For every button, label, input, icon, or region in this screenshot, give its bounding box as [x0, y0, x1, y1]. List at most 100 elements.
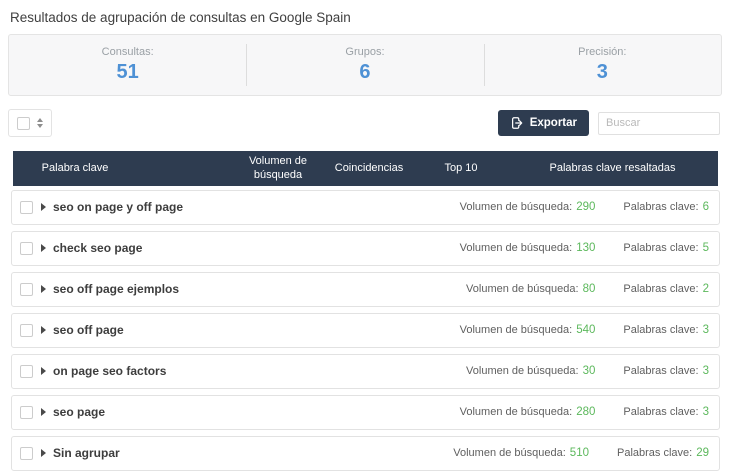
group-name[interactable]: check seo page [53, 241, 142, 255]
stat-grupos-label: Grupos: [345, 46, 385, 58]
volume-metric: Volumen de búsqueda: 30 [466, 365, 595, 377]
volume-metric-value: 540 [576, 324, 596, 337]
expand-caret-icon[interactable] [41, 408, 46, 417]
keywords-metric: Palabras clave: 5 [623, 242, 709, 254]
row-checkbox[interactable] [20, 282, 33, 296]
keywords-metric: Palabras clave: 6 [623, 201, 709, 213]
stat-precision-value: 3 [596, 61, 608, 83]
keywords-metric: Palabras clave: 2 [623, 283, 709, 295]
keywords-metric-label: Palabras clave: [623, 406, 699, 419]
keywords-metric-value: 3 [702, 324, 709, 337]
stat-consultas-value: 51 [116, 61, 139, 83]
table-row[interactable]: seo on page y off page Volumen de búsque… [11, 189, 720, 225]
group-metrics: Volumen de búsqueda: 540 Palabras clave:… [460, 324, 709, 336]
volume-metric: Volumen de búsqueda: 130 [460, 242, 596, 254]
column-header-top10: Top 10 [444, 162, 478, 175]
group-metrics: Volumen de búsqueda: 280 Palabras clave:… [460, 406, 709, 418]
export-button[interactable]: Exportar [497, 110, 589, 136]
expand-caret-icon[interactable] [41, 244, 46, 253]
search-input[interactable] [598, 111, 720, 135]
keywords-metric-label: Palabras clave: [623, 201, 699, 214]
keywords-metric-label: Palabras clave: [623, 365, 699, 378]
group-name[interactable]: on page seo factors [53, 364, 166, 378]
volume-metric: Volumen de búsqueda: 290 [460, 201, 596, 213]
group-name[interactable]: seo off page ejemplos [53, 282, 179, 296]
stats-summary-bar: Consultas: 51 Grupos: 6 Precisión: 3 [8, 34, 722, 96]
volume-metric-value: 30 [582, 365, 596, 378]
group-name[interactable]: seo off page [53, 323, 124, 337]
table-row[interactable]: seo off page Volumen de búsqueda: 540 Pa… [11, 312, 720, 348]
table-row[interactable]: on page seo factors Volumen de búsqueda:… [11, 353, 720, 389]
results-page: Resultados de agrupación de consultas en… [0, 0, 730, 473]
keywords-metric-value: 6 [702, 201, 709, 214]
export-icon [510, 116, 524, 130]
row-checkbox[interactable] [20, 405, 33, 419]
group-rows: seo on page y off page Volumen de búsque… [11, 189, 720, 471]
stat-grupos-value: 6 [359, 61, 371, 83]
column-header-palabra-clave: Palabra clave [41, 162, 109, 175]
group-metrics: Volumen de búsqueda: 510 Palabras clave:… [453, 447, 709, 459]
keywords-metric-label: Palabras clave: [623, 324, 699, 337]
keywords-metric: Palabras clave: 3 [623, 406, 709, 418]
group-name[interactable]: seo page [53, 405, 105, 419]
volume-metric: Volumen de búsqueda: 510 [453, 447, 589, 459]
volume-metric: Volumen de búsqueda: 80 [466, 283, 595, 295]
row-checkbox[interactable] [20, 241, 33, 255]
table-header: Palabra clave Volumen de búsqueda Coinci… [13, 151, 718, 186]
export-button-label: Exportar [529, 117, 577, 129]
stat-consultas: Consultas: 51 [9, 35, 246, 95]
volume-metric-label: Volumen de búsqueda: [459, 324, 573, 337]
volume-metric-label: Volumen de búsqueda: [459, 406, 573, 419]
expand-caret-icon[interactable] [41, 449, 46, 458]
volume-metric: Volumen de búsqueda: 280 [460, 406, 596, 418]
keywords-metric-value: 2 [702, 283, 709, 296]
select-dropdown-caret-icon[interactable] [37, 118, 43, 128]
keywords-metric-value: 5 [702, 242, 709, 255]
volume-metric-label: Volumen de búsqueda: [459, 201, 573, 214]
column-header-coincidencias: Coincidencias [334, 162, 404, 175]
column-header-volumen-busqueda: Volumen de búsqueda [248, 155, 308, 182]
keywords-metric-value: 3 [702, 406, 709, 419]
keywords-metric-value: 3 [702, 365, 709, 378]
expand-caret-icon[interactable] [41, 285, 46, 294]
toolbar: Exportar [8, 108, 720, 138]
page-title: Resultados de agrupación de consultas en… [10, 10, 351, 25]
expand-caret-icon[interactable] [41, 203, 46, 212]
group-metrics: Volumen de búsqueda: 290 Palabras clave:… [460, 201, 709, 213]
group-metrics: Volumen de búsqueda: 130 Palabras clave:… [460, 242, 709, 254]
group-metrics: Volumen de búsqueda: 30 Palabras clave: … [466, 365, 709, 377]
expand-caret-icon[interactable] [41, 367, 46, 376]
row-checkbox[interactable] [20, 323, 33, 337]
select-all-control[interactable] [8, 109, 52, 137]
group-metrics: Volumen de búsqueda: 80 Palabras clave: … [466, 283, 709, 295]
stat-consultas-label: Consultas: [101, 46, 154, 58]
table-row[interactable]: seo page Volumen de búsqueda: 280 Palabr… [11, 394, 720, 430]
expand-caret-icon[interactable] [41, 326, 46, 335]
volume-metric-value: 280 [576, 406, 596, 419]
volume-metric-value: 290 [576, 201, 596, 214]
select-all-checkbox[interactable] [17, 116, 30, 130]
stat-precision: Precisión: 3 [483, 35, 721, 95]
volume-metric-label: Volumen de búsqueda: [466, 365, 579, 378]
keywords-metric-value: 29 [696, 447, 709, 460]
volume-metric-label: Volumen de búsqueda: [453, 447, 566, 460]
row-checkbox[interactable] [20, 446, 33, 460]
keywords-metric: Palabras clave: 3 [623, 324, 709, 336]
toolbar-right: Exportar [497, 110, 720, 136]
volume-metric-value: 510 [569, 447, 589, 460]
stat-grupos: Grupos: 6 [246, 35, 483, 95]
keywords-metric-label: Palabras clave: [623, 242, 699, 255]
group-name[interactable]: Sin agrupar [53, 446, 120, 460]
volume-metric-label: Volumen de búsqueda: [466, 283, 579, 296]
keywords-metric: Palabras clave: 3 [623, 365, 709, 377]
volume-metric-label: Volumen de búsqueda: [459, 242, 573, 255]
keywords-metric-label: Palabras clave: [623, 283, 699, 296]
group-name[interactable]: seo on page y off page [53, 200, 183, 214]
row-checkbox[interactable] [20, 200, 33, 214]
table-row[interactable]: check seo page Volumen de búsqueda: 130 … [11, 230, 720, 266]
row-checkbox[interactable] [20, 364, 33, 378]
table-row[interactable]: Sin agrupar Volumen de búsqueda: 510 Pal… [11, 435, 720, 471]
volume-metric: Volumen de búsqueda: 540 [460, 324, 596, 336]
table-row[interactable]: seo off page ejemplos Volumen de búsqued… [11, 271, 720, 307]
volume-metric-value: 130 [576, 242, 596, 255]
